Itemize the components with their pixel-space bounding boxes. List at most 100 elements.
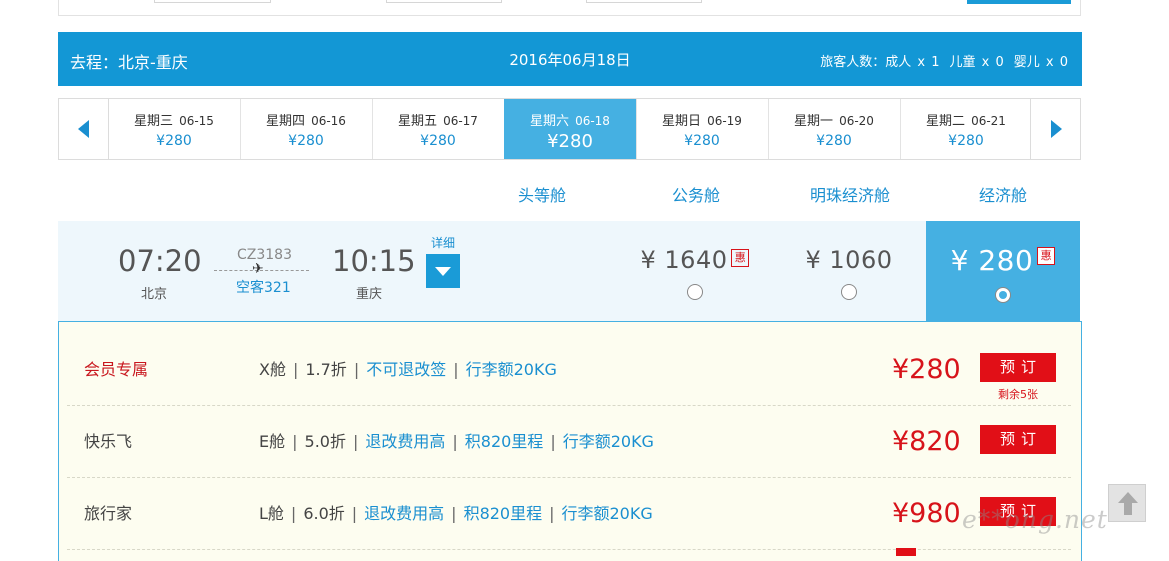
book-button[interactable]: 预订 [980, 425, 1056, 454]
detail-link[interactable]: 详细 [431, 234, 455, 251]
cabin-header-economy: 经济舱 [978, 186, 1027, 205]
cabin-header-pearl-economy: 明珠经济舱 [809, 186, 890, 205]
fare-options-panel: 会员专属 X舱 | 1.7折 | 不可退改签 | 行李额20KG ¥280 预订 剩余5张 … [58, 321, 1082, 561]
date-tab-date: 06-21 [971, 114, 1006, 128]
prev-week-button[interactable] [59, 99, 109, 159]
aircraft-type[interactable]: 空客321 [236, 277, 291, 297]
fare-cabin: L舱 [259, 504, 284, 523]
search-form-strip [58, 0, 1081, 16]
fare-price: ¥820 [892, 426, 961, 457]
fare-name: 快乐飞 [84, 432, 133, 451]
fare-mileage-link[interactable]: 积820里程 [464, 504, 543, 523]
date-tab-price: ¥280 [156, 133, 192, 149]
date-carousel: 星期三 06-15 ¥280 星期四 06-16 ¥280 星期五 06-17 ¥28… [58, 98, 1081, 160]
next-week-button[interactable] [1030, 99, 1080, 159]
date-tab[interactable]: 星期四 06-16 ¥280 [240, 99, 373, 159]
fare-baggage-link[interactable]: 行李额20KG [563, 432, 654, 451]
expand-detail-button[interactable] [426, 254, 460, 288]
date-tab-price: ¥280 [547, 131, 593, 152]
date-tab-weekday: 星期一 [794, 114, 834, 129]
flight-row: 07:20 北京 CZ3183 ✈ 空客321 10:15 重庆 详细 ¥ 16… [58, 221, 1080, 321]
date-tab-date: 06-18 [575, 114, 610, 128]
search-field-from[interactable] [154, 0, 271, 3]
arrival-time: 10:15 [332, 244, 416, 278]
fare-baggage-link[interactable]: 行李额20KG [562, 504, 653, 523]
fare-cabin: E舱 [259, 432, 286, 451]
fare-info: L舱 | 6.0折 | 退改费用高 | 积820里程 | 行李额20KG [259, 504, 653, 523]
arrow-left-icon [78, 120, 89, 138]
fare-policy-link[interactable]: 不可退改签 [366, 360, 446, 379]
arrival-city: 重庆 [356, 287, 383, 302]
date-tab-weekday: 星期二 [926, 114, 966, 129]
fare-baggage-link[interactable]: 行李额20KG [466, 360, 557, 379]
fare-name: 会员专属 [84, 360, 149, 379]
date-tab-selected[interactable]: 星期六 06-18 ¥280 [504, 99, 637, 159]
passenger-label: 旅客人数： [820, 55, 886, 70]
search-field-to[interactable] [386, 0, 502, 3]
date-tab[interactable]: 星期二 06-21 ¥280 [900, 99, 1032, 159]
cabin-header-business: 公务舱 [671, 186, 720, 205]
flight-number: CZ3183 [237, 247, 292, 263]
passenger-child: 儿童 x 0 [949, 55, 1004, 70]
date-tab-weekday: 星期五 [398, 114, 438, 129]
watermark: e**ong.net [962, 505, 1108, 534]
fare-row: 旅行家 L舱 | 6.0折 | 退改费用高 | 积820里程 | 行李额20KG ¥980 预订 [67, 478, 1071, 550]
search-button[interactable] [967, 0, 1071, 4]
price-radio[interactable] [687, 284, 703, 300]
date-tab[interactable]: 星期一 06-20 ¥280 [768, 99, 901, 159]
date-tab[interactable]: 星期五 06-17 ¥280 [372, 99, 505, 159]
date-tab-date: 06-19 [707, 114, 742, 128]
fare-cabin: X舱 [259, 360, 286, 379]
date-tab-price: ¥280 [288, 133, 324, 149]
cabin-header-first: 头等舱 [517, 186, 566, 205]
date-tab-price: ¥280 [684, 133, 720, 149]
arrow-right-icon [1051, 120, 1062, 138]
date-tab[interactable]: 星期日 06-19 ¥280 [636, 99, 769, 159]
back-to-top-button[interactable] [1108, 484, 1146, 522]
arrow-up-icon [1118, 492, 1138, 503]
chevron-down-icon [435, 267, 451, 276]
discount-badge: 惠 [1037, 247, 1056, 265]
fare-price: ¥280 [892, 354, 961, 385]
fare-name: 旅行家 [84, 504, 133, 523]
fare-row: 快乐飞 E舱 | 5.0折 | 退改费用高 | 积820里程 | 行李额20KG ¥820 预订 [67, 406, 1071, 478]
economy-price-cell-selected[interactable]: ¥ 280 惠 [926, 221, 1080, 321]
pearl-economy-price-cell[interactable]: ¥ 1060 [772, 221, 926, 321]
price-amount: ¥ 1060 [805, 246, 893, 274]
price-radio-selected[interactable] [995, 287, 1011, 303]
plane-icon: ✈ [252, 261, 264, 277]
fare-discount: 6.0折 [303, 504, 345, 523]
book-button[interactable]: 预订 [980, 353, 1056, 382]
date-tab-weekday: 星期日 [662, 114, 702, 129]
date-tab-price: ¥280 [948, 133, 984, 149]
fare-info: E舱 | 5.0折 | 退改费用高 | 积820里程 | 行李额20KG [259, 432, 654, 451]
passenger-count: 旅客人数：成人 x 1 儿童 x 0 婴儿 x 0 [820, 51, 1068, 70]
fare-policy-link[interactable]: 退改费用高 [365, 432, 445, 451]
date-tab-weekday: 星期四 [266, 114, 306, 129]
price-amount: ¥ 280 [950, 244, 1034, 277]
date-tab-weekday: 星期三 [134, 114, 174, 129]
fare-info: X舱 | 1.7折 | 不可退改签 | 行李额20KG [259, 360, 557, 379]
date-tab-date: 06-15 [179, 114, 214, 128]
fare-mileage-link[interactable]: 积820里程 [465, 432, 544, 451]
discount-badge: 惠 [731, 249, 750, 267]
date-tab-date: 06-20 [839, 114, 874, 128]
date-tab-price: ¥280 [420, 133, 456, 149]
passenger-infant: 婴儿 x 0 [1013, 55, 1068, 70]
date-tab[interactable]: 星期三 06-15 ¥280 [108, 99, 241, 159]
seats-remaining: 剩余5张 [998, 388, 1038, 401]
book-button-partial[interactable] [896, 548, 916, 556]
departure-time: 07:20 [118, 244, 202, 278]
fare-policy-link[interactable]: 退改费用高 [364, 504, 444, 523]
departure-city: 北京 [141, 287, 168, 302]
price-amount: ¥ 1640 [640, 246, 728, 274]
fare-discount: 1.7折 [305, 360, 347, 379]
fare-discount: 5.0折 [304, 432, 346, 451]
date-tab-weekday: 星期六 [530, 114, 570, 129]
passenger-adult: 成人 x 1 [885, 55, 940, 70]
search-field-date[interactable] [586, 0, 702, 3]
date-tab-date: 06-16 [311, 114, 346, 128]
fare-price: ¥980 [892, 498, 961, 529]
business-price-cell[interactable]: ¥ 1640 惠 [618, 221, 772, 321]
price-radio[interactable] [841, 284, 857, 300]
